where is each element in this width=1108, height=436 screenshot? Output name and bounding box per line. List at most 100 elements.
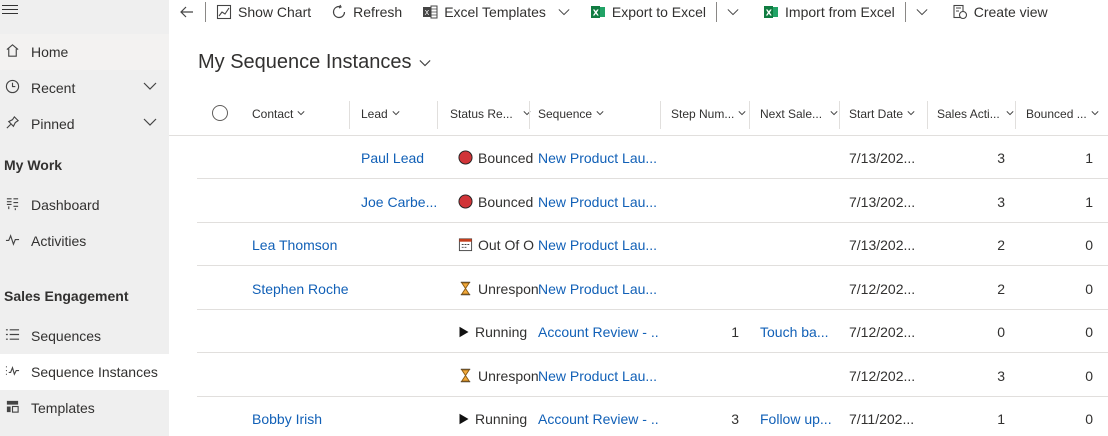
column-header-bounced[interactable]: Bounced ... [1026, 107, 1099, 121]
export-dropdown-button[interactable] [727, 0, 739, 24]
select-all-radio[interactable] [212, 105, 228, 121]
svg-text:X: X [425, 9, 430, 17]
excel-template-icon: X [423, 5, 438, 19]
sidebar-item-recent[interactable]: Recent [0, 70, 169, 106]
sidebar-item-pinned[interactable]: Pinned [0, 106, 169, 142]
hourglass-icon [460, 368, 471, 382]
sales-activities-cell-text: 3 [997, 150, 1005, 166]
next-sales-activity-cell[interactable]: Follow up... [760, 411, 840, 427]
start-date-cell: 7/13/202... [849, 237, 929, 253]
import-dropdown-button[interactable] [916, 0, 928, 24]
next-sales-activity-cell-text: Follow up... [760, 411, 832, 427]
sequence-cell[interactable]: Account Review - ... [538, 411, 658, 427]
start-date-cell: 7/13/202... [849, 150, 929, 166]
divider [349, 101, 350, 129]
contact-cell[interactable]: Bobby Irish [252, 411, 362, 427]
divider [839, 101, 840, 129]
table-row[interactable]: Unrespon New Product Lau... 7/12/202... 3 0 [197, 354, 1108, 397]
page-title: My Sequence Instances [198, 51, 412, 73]
step-number-cell: 1 [671, 324, 739, 340]
table-row[interactable]: Running Account Review - ... 1 Touch ba... 7… [197, 310, 1108, 353]
table-row[interactable]: Stephen Roche Unrespon New Product Lau... 7… [197, 267, 1108, 310]
contact-cell[interactable]: Lea Thomson [252, 237, 362, 253]
sequence-cell[interactable]: New Product Lau... [538, 281, 658, 297]
excel-templates-button[interactable]: X Excel Templates [422, 0, 570, 24]
sidebar-item-home[interactable]: Home [0, 34, 169, 70]
sequence-cell-text: New Product Lau... [538, 150, 658, 166]
import-from-excel-button[interactable]: X Import from Excel [763, 0, 895, 24]
column-header-sales-activities[interactable]: Sales Acti... [937, 107, 1014, 121]
sidebar-item-sequences[interactable]: Sequences [0, 318, 169, 354]
start-date-cell: 7/12/202... [849, 368, 929, 384]
chevron-down-icon [297, 111, 305, 116]
table-row[interactable]: Bobby Irish Running Account Review - ... 3 F… [197, 397, 1108, 436]
sidebar: Home Recent Pinned My Work Dashboard Act… [0, 0, 169, 436]
sequence-cell[interactable]: New Product Lau... [538, 237, 658, 253]
chevron-down-icon [916, 9, 928, 16]
create-view-icon [953, 4, 967, 20]
refresh-button[interactable]: Refresh [331, 0, 402, 24]
sidebar-item-dashboard[interactable]: Dashboard [0, 187, 169, 223]
column-header-start-date[interactable]: Start Date [849, 107, 915, 121]
sequence-cell-text: Account Review - ... [538, 411, 658, 427]
sidebar-item-sequence-instances[interactable]: Sequence Instances [0, 354, 169, 390]
bounced-icon [458, 193, 473, 209]
sidebar-item-label: Dashboard [31, 197, 100, 213]
column-header-contact[interactable]: Contact [252, 107, 305, 121]
bounced-cell: 0 [1025, 411, 1093, 427]
table-row[interactable]: Lea Thomson Out Of O New Product Lau... 7/1… [197, 223, 1108, 266]
divider [1015, 101, 1016, 129]
divider [205, 2, 206, 22]
chevron-down-icon[interactable] [143, 79, 157, 93]
sequence-cell[interactable]: New Product Lau... [538, 194, 658, 210]
sidebar-item-label: Pinned [31, 116, 75, 132]
excel-templates-label: Excel Templates [444, 4, 546, 20]
import-from-excel-label: Import from Excel [785, 4, 895, 20]
export-to-excel-button[interactable]: X Export to Excel [590, 0, 706, 24]
contact-cell-text: Bobby Irish [252, 411, 323, 427]
column-header-step-number[interactable]: Step Num... [671, 107, 746, 121]
back-button[interactable] [179, 0, 195, 24]
column-header-sequence[interactable]: Sequence [538, 107, 604, 121]
activity-icon [4, 232, 20, 250]
contact-cell-text: Lea Thomson [252, 237, 338, 253]
next-sales-activity-cell[interactable]: Touch ba... [760, 324, 840, 340]
column-header-status-reason[interactable]: Status Re... [450, 107, 531, 121]
sales-activities-cell-text: 3 [997, 367, 1005, 384]
create-view-button[interactable]: Create view [952, 0, 1048, 24]
contact-cell[interactable]: Stephen Roche [252, 281, 362, 297]
start-date-cell-text: 7/12/202... [849, 280, 916, 297]
sidebar-item-templates[interactable]: Templates [0, 390, 169, 426]
hourglass-icon [460, 281, 471, 295]
chevron-down-icon [907, 111, 915, 116]
table-row[interactable]: Joe Carbe... Bounced New Product Lau... 7/1… [197, 180, 1108, 223]
column-header-next-sales-activity[interactable]: Next Sale... [760, 107, 838, 121]
refresh-label: Refresh [353, 4, 403, 20]
column-header-lead[interactable]: Lead [361, 107, 400, 121]
sidebar-item-activities[interactable]: Activities [0, 223, 169, 259]
svg-text:X: X [593, 9, 600, 18]
sequence-cell[interactable]: New Product Lau... [538, 150, 658, 166]
sequence-cell[interactable]: Account Review - ... [538, 324, 658, 340]
bounced-cell: 0 [1025, 324, 1093, 340]
chevron-down-icon[interactable] [143, 115, 157, 129]
sidebar-item-label: Templates [31, 400, 95, 416]
bounced-cell-text: 1 [1085, 150, 1093, 166]
bounced-cell: 1 [1025, 194, 1093, 210]
lead-cell[interactable]: Joe Carbe... [361, 194, 451, 210]
lead-cell[interactable]: Paul Lead [361, 150, 451, 166]
grid-header: Contact Lead Status Re... Sequence Step … [169, 93, 1108, 136]
start-date-cell-text: 7/12/202... [849, 367, 916, 384]
home-icon [4, 43, 20, 61]
sequence-cell[interactable]: New Product Lau... [538, 368, 658, 384]
start-date-cell-text: 7/13/202... [849, 150, 916, 166]
chevron-down-icon [596, 111, 604, 116]
chevron-down-icon [738, 111, 746, 116]
bounced-cell-text: 1 [1085, 193, 1093, 210]
create-view-label: Create view [973, 4, 1048, 20]
hamburger-menu-icon[interactable] [2, 2, 18, 18]
section-title-sales-engagement: Sales Engagement [4, 288, 129, 304]
table-row[interactable]: Paul Lead Bounced New Product Lau... 7/13/2… [197, 136, 1108, 179]
show-chart-button[interactable]: Show Chart [216, 0, 311, 24]
view-selector[interactable]: My Sequence Instances [198, 51, 432, 74]
